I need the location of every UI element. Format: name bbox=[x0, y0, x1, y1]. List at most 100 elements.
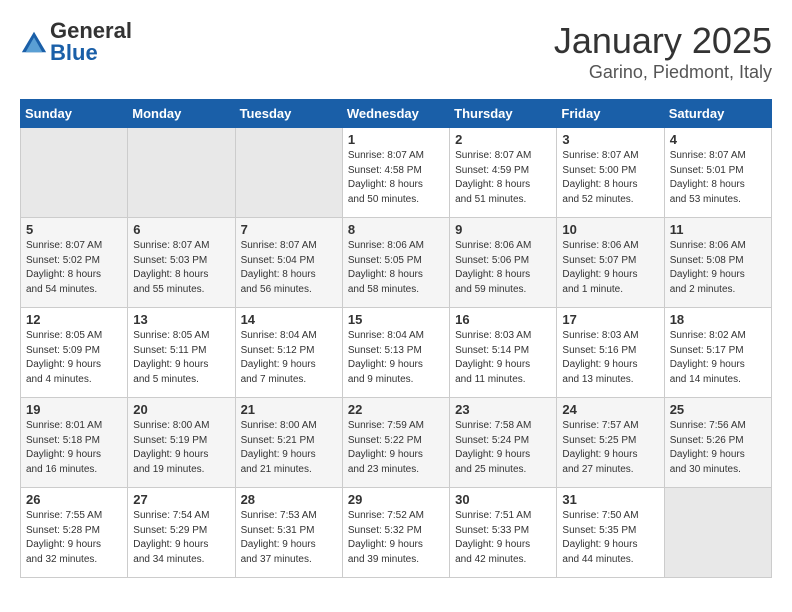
calendar-day-cell: 8 Sunrise: 8:06 AM Sunset: 5:05 PM Daylig… bbox=[342, 218, 449, 308]
calendar-day-cell: 12Sunrise: 8:05 AM Sunset: 5:09 PM Dayli… bbox=[21, 308, 128, 398]
calendar-day-cell: 7 Sunrise: 8:07 AM Sunset: 5:04 PM Daylig… bbox=[235, 218, 342, 308]
calendar-day-cell: 24 Sunrise: 7:57 AM Sunset: 5:25 PM Dayli… bbox=[557, 398, 664, 488]
empty-calendar-cell bbox=[235, 128, 342, 218]
empty-calendar-cell bbox=[128, 128, 235, 218]
calendar-day-cell: 15 Sunrise: 8:04 AM Sunset: 5:13 PM Dayli… bbox=[342, 308, 449, 398]
day-info: Sunrise: 7:54 AM Sunset: 5:29 PM Dayligh… bbox=[133, 509, 229, 567]
calendar-day-cell: 16Sunrise: 8:03 AM Sunset: 5:14 PM Dayli… bbox=[450, 308, 557, 398]
calendar-day-cell: 18 Sunrise: 8:02 AM Sunset: 5:17 PM Dayli… bbox=[664, 308, 771, 398]
day-number: 22 bbox=[348, 402, 444, 417]
day-info: Sunrise: 8:07 AM Sunset: 4:58 PM Dayligh… bbox=[348, 149, 444, 207]
day-number: 2 bbox=[455, 132, 551, 147]
day-info: Sunrise: 8:04 AM Sunset: 5:12 PM Dayligh… bbox=[241, 329, 337, 387]
weekday-header-tuesday: Tuesday bbox=[235, 100, 342, 128]
page-header: General Blue January 2025 Garino, Piedmo… bbox=[20, 20, 772, 83]
weekday-header-thursday: Thursday bbox=[450, 100, 557, 128]
day-number: 24 bbox=[562, 402, 658, 417]
day-info: Sunrise: 8:02 AM Sunset: 5:17 PM Dayligh… bbox=[670, 329, 766, 387]
day-info: Sunrise: 8:01 AM Sunset: 5:18 PM Dayligh… bbox=[26, 419, 122, 477]
day-info: Sunrise: 8:04 AM Sunset: 5:13 PM Dayligh… bbox=[348, 329, 444, 387]
day-info: Sunrise: 7:57 AM Sunset: 5:25 PM Dayligh… bbox=[562, 419, 658, 477]
day-info: Sunrise: 8:05 AM Sunset: 5:09 PM Dayligh… bbox=[26, 329, 122, 387]
day-number: 19 bbox=[26, 402, 122, 417]
day-number: 8 bbox=[348, 222, 444, 237]
day-info: Sunrise: 7:56 AM Sunset: 5:26 PM Dayligh… bbox=[670, 419, 766, 477]
calendar-week-row: 26 Sunrise: 7:55 AM Sunset: 5:28 PM Dayli… bbox=[21, 488, 772, 578]
calendar-day-cell: 26 Sunrise: 7:55 AM Sunset: 5:28 PM Dayli… bbox=[21, 488, 128, 578]
weekday-header-monday: Monday bbox=[128, 100, 235, 128]
calendar-day-cell: 9Sunrise: 8:06 AM Sunset: 5:06 PM Daylig… bbox=[450, 218, 557, 308]
calendar-day-cell: 21Sunrise: 8:00 AM Sunset: 5:21 PM Dayli… bbox=[235, 398, 342, 488]
calendar-day-cell: 2 Sunrise: 8:07 AM Sunset: 4:59 PM Daylig… bbox=[450, 128, 557, 218]
calendar-day-cell: 30 Sunrise: 7:51 AM Sunset: 5:33 PM Dayli… bbox=[450, 488, 557, 578]
logo-blue-text: Blue bbox=[50, 42, 132, 64]
day-info: Sunrise: 8:07 AM Sunset: 5:01 PM Dayligh… bbox=[670, 149, 766, 207]
day-number: 6 bbox=[133, 222, 229, 237]
calendar-day-cell: 13 Sunrise: 8:05 AM Sunset: 5:11 PM Dayli… bbox=[128, 308, 235, 398]
day-info: Sunrise: 7:52 AM Sunset: 5:32 PM Dayligh… bbox=[348, 509, 444, 567]
day-number: 11 bbox=[670, 222, 766, 237]
calendar-day-cell: 23 Sunrise: 7:58 AM Sunset: 5:24 PM Dayli… bbox=[450, 398, 557, 488]
day-number: 28 bbox=[241, 492, 337, 507]
day-number: 1 bbox=[348, 132, 444, 147]
calendar-day-cell: 1 Sunrise: 8:07 AM Sunset: 4:58 PM Daylig… bbox=[342, 128, 449, 218]
day-info: Sunrise: 8:00 AM Sunset: 5:19 PM Dayligh… bbox=[133, 419, 229, 477]
day-number: 7 bbox=[241, 222, 337, 237]
day-info: Sunrise: 8:05 AM Sunset: 5:11 PM Dayligh… bbox=[133, 329, 229, 387]
day-info: Sunrise: 8:06 AM Sunset: 5:08 PM Dayligh… bbox=[670, 239, 766, 297]
day-number: 4 bbox=[670, 132, 766, 147]
day-number: 26 bbox=[26, 492, 122, 507]
calendar-day-cell: 10Sunrise: 8:06 AM Sunset: 5:07 PM Dayli… bbox=[557, 218, 664, 308]
day-info: Sunrise: 8:00 AM Sunset: 5:21 PM Dayligh… bbox=[241, 419, 337, 477]
day-number: 13 bbox=[133, 312, 229, 327]
day-number: 23 bbox=[455, 402, 551, 417]
calendar-day-cell: 17Sunrise: 8:03 AM Sunset: 5:16 PM Dayli… bbox=[557, 308, 664, 398]
day-info: Sunrise: 7:50 AM Sunset: 5:35 PM Dayligh… bbox=[562, 509, 658, 567]
day-info: Sunrise: 8:07 AM Sunset: 4:59 PM Dayligh… bbox=[455, 149, 551, 207]
calendar-day-cell: 14 Sunrise: 8:04 AM Sunset: 5:12 PM Dayli… bbox=[235, 308, 342, 398]
day-number: 15 bbox=[348, 312, 444, 327]
calendar-day-cell: 11 Sunrise: 8:06 AM Sunset: 5:08 PM Dayli… bbox=[664, 218, 771, 308]
day-number: 25 bbox=[670, 402, 766, 417]
weekday-header-saturday: Saturday bbox=[664, 100, 771, 128]
day-info: Sunrise: 8:03 AM Sunset: 5:14 PM Dayligh… bbox=[455, 329, 551, 387]
day-number: 30 bbox=[455, 492, 551, 507]
month-title: January 2025 bbox=[554, 20, 772, 62]
calendar-week-row: 5 Sunrise: 8:07 AM Sunset: 5:02 PM Daylig… bbox=[21, 218, 772, 308]
calendar-day-cell: 28 Sunrise: 7:53 AM Sunset: 5:31 PM Dayli… bbox=[235, 488, 342, 578]
calendar-day-cell: 5 Sunrise: 8:07 AM Sunset: 5:02 PM Daylig… bbox=[21, 218, 128, 308]
weekday-header-sunday: Sunday bbox=[21, 100, 128, 128]
empty-calendar-cell bbox=[21, 128, 128, 218]
day-info: Sunrise: 7:55 AM Sunset: 5:28 PM Dayligh… bbox=[26, 509, 122, 567]
day-number: 14 bbox=[241, 312, 337, 327]
logo-general-text: General bbox=[50, 20, 132, 42]
weekday-header-wednesday: Wednesday bbox=[342, 100, 449, 128]
logo-icon bbox=[20, 28, 48, 56]
calendar-table: SundayMondayTuesdayWednesdayThursdayFrid… bbox=[20, 99, 772, 578]
day-info: Sunrise: 8:06 AM Sunset: 5:05 PM Dayligh… bbox=[348, 239, 444, 297]
calendar-day-cell: 3Sunrise: 8:07 AM Sunset: 5:00 PM Daylig… bbox=[557, 128, 664, 218]
calendar-day-cell: 4 Sunrise: 8:07 AM Sunset: 5:01 PM Daylig… bbox=[664, 128, 771, 218]
day-info: Sunrise: 7:53 AM Sunset: 5:31 PM Dayligh… bbox=[241, 509, 337, 567]
day-info: Sunrise: 8:07 AM Sunset: 5:02 PM Dayligh… bbox=[26, 239, 122, 297]
empty-calendar-cell bbox=[664, 488, 771, 578]
calendar-day-cell: 19 Sunrise: 8:01 AM Sunset: 5:18 PM Dayli… bbox=[21, 398, 128, 488]
calendar-day-cell: 22 Sunrise: 7:59 AM Sunset: 5:22 PM Dayli… bbox=[342, 398, 449, 488]
title-block: January 2025 Garino, Piedmont, Italy bbox=[554, 20, 772, 83]
calendar-day-cell: 27 Sunrise: 7:54 AM Sunset: 5:29 PM Dayli… bbox=[128, 488, 235, 578]
day-info: Sunrise: 7:58 AM Sunset: 5:24 PM Dayligh… bbox=[455, 419, 551, 477]
day-number: 29 bbox=[348, 492, 444, 507]
day-info: Sunrise: 8:07 AM Sunset: 5:04 PM Dayligh… bbox=[241, 239, 337, 297]
location-subtitle: Garino, Piedmont, Italy bbox=[554, 62, 772, 83]
calendar-week-row: 12Sunrise: 8:05 AM Sunset: 5:09 PM Dayli… bbox=[21, 308, 772, 398]
day-info: Sunrise: 7:59 AM Sunset: 5:22 PM Dayligh… bbox=[348, 419, 444, 477]
day-info: Sunrise: 7:51 AM Sunset: 5:33 PM Dayligh… bbox=[455, 509, 551, 567]
day-number: 3 bbox=[562, 132, 658, 147]
day-number: 31 bbox=[562, 492, 658, 507]
day-number: 27 bbox=[133, 492, 229, 507]
calendar-day-cell: 25 Sunrise: 7:56 AM Sunset: 5:26 PM Dayli… bbox=[664, 398, 771, 488]
logo-text: General Blue bbox=[50, 20, 132, 64]
calendar-day-cell: 29 Sunrise: 7:52 AM Sunset: 5:32 PM Dayli… bbox=[342, 488, 449, 578]
day-number: 5 bbox=[26, 222, 122, 237]
day-number: 18 bbox=[670, 312, 766, 327]
